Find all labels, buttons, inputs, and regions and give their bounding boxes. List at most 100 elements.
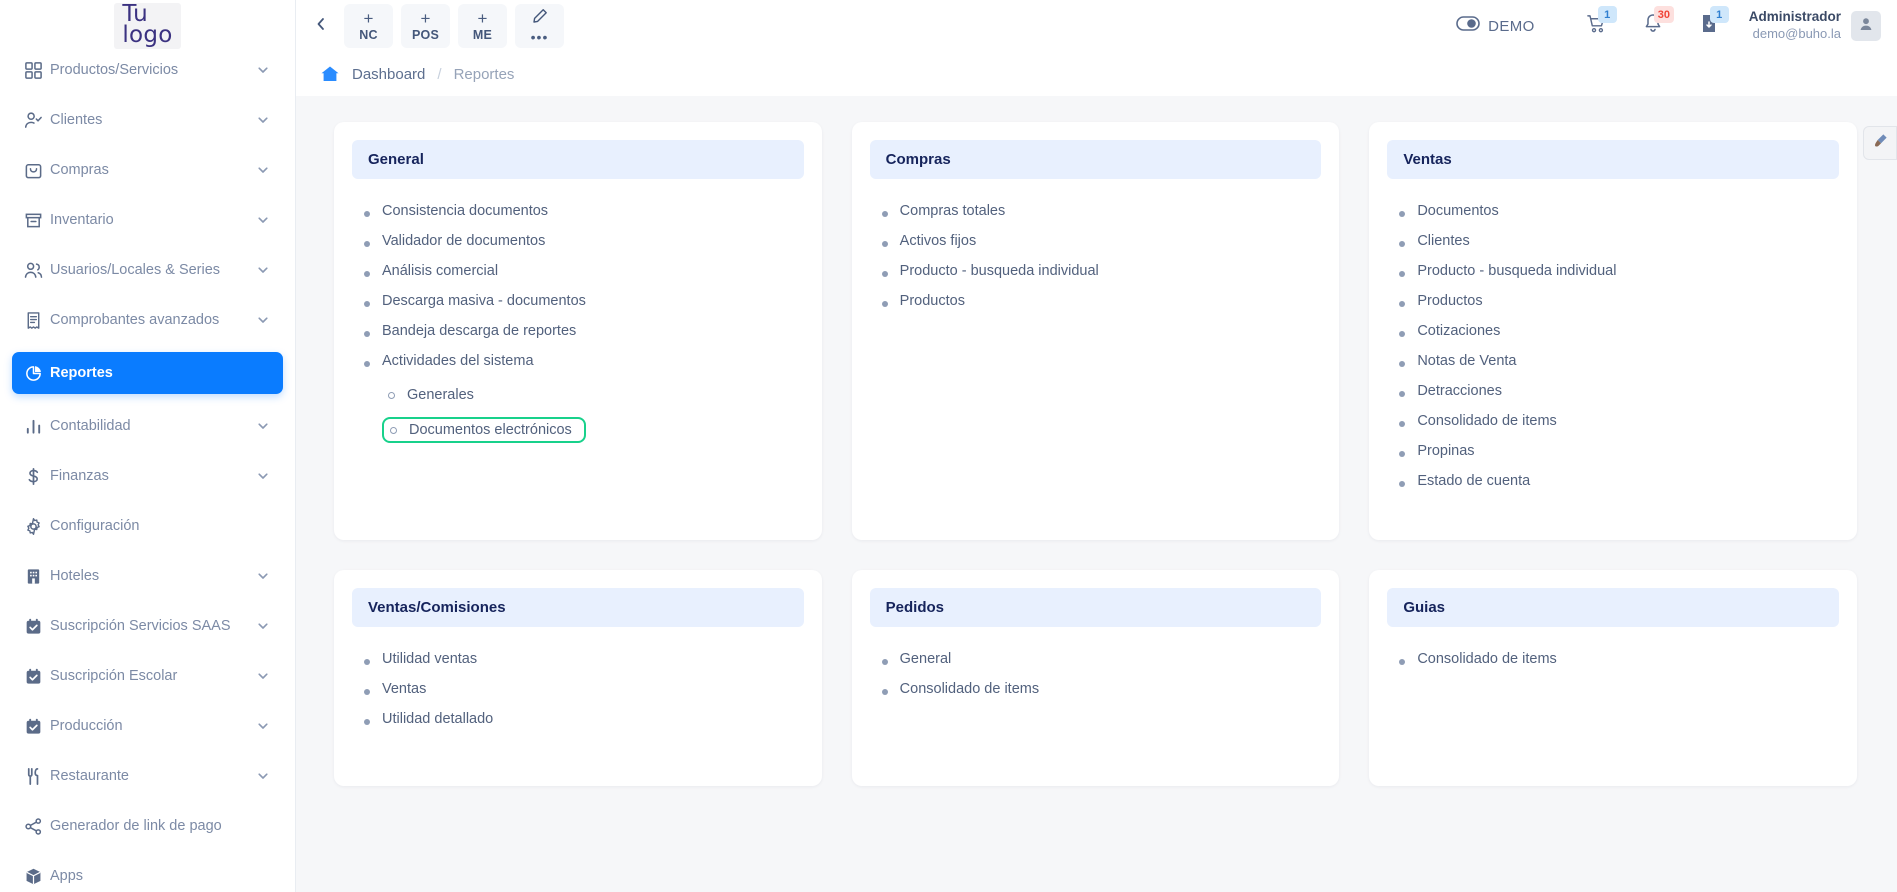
- report-link[interactable]: Consolidado de items: [878, 681, 1322, 697]
- report-link[interactable]: Análisis comercial: [360, 263, 804, 279]
- report-link[interactable]: Descarga masiva - documentos: [360, 293, 804, 309]
- sidebar-item-productos-servicios[interactable]: Productos/Servicios: [12, 52, 283, 88]
- report-link[interactable]: Producto - busqueda individual: [878, 263, 1322, 279]
- topbar-right: DEMO 1: [1456, 4, 1885, 48]
- report-link[interactable]: Consolidado de items: [1395, 413, 1839, 429]
- report-sublink[interactable]: Documentos electrónicos: [382, 417, 586, 443]
- sidebar-item-label: Reportes: [50, 365, 257, 381]
- sidebar-item-configuraci-n[interactable]: Configuración: [12, 508, 283, 544]
- report-link[interactable]: Utilidad ventas: [360, 651, 804, 667]
- report-sublist: Generales Documentos electrónicos: [360, 383, 804, 443]
- report-link[interactable]: Ventas: [360, 681, 804, 697]
- sidebar-item-suscripci-n-servicios-saas[interactable]: Suscripción Servicios SAAS: [12, 608, 283, 644]
- report-link-label: Utilidad ventas: [382, 651, 477, 667]
- demo-label: DEMO: [1488, 18, 1535, 35]
- bullet-icon: [1399, 211, 1405, 217]
- breadcrumb-parent[interactable]: Dashboard: [352, 66, 425, 83]
- report-link-label: Bandeja descarga de reportes: [382, 323, 576, 339]
- sidebar-item-usuarios-locales-series[interactable]: Usuarios/Locales & Series: [12, 252, 283, 288]
- report-link[interactable]: Consistencia documentos: [360, 203, 804, 219]
- bullet-icon: [882, 211, 888, 217]
- report-link[interactable]: Estado de cuenta: [1395, 473, 1839, 489]
- quick-add-nc-button[interactable]: +NC: [344, 4, 393, 48]
- calendar-check-icon: [24, 617, 50, 636]
- cart-button[interactable]: 1: [1569, 4, 1625, 48]
- card-title: Pedidos: [870, 588, 1322, 627]
- pencil-icon: [532, 8, 548, 28]
- report-link[interactable]: Notas de Venta: [1395, 353, 1839, 369]
- chevron-down-icon: [257, 570, 271, 582]
- sidebar-item-generador-de-link-de-pago[interactable]: Generador de link de pago: [12, 808, 283, 844]
- bullet-icon: [1399, 421, 1405, 427]
- report-link[interactable]: Detracciones: [1395, 383, 1839, 399]
- avatar[interactable]: [1851, 11, 1881, 41]
- plus-icon: +: [478, 10, 488, 27]
- report-link[interactable]: Propinas: [1395, 443, 1839, 459]
- pie-chart-icon: [24, 364, 50, 383]
- notifications-button[interactable]: 30: [1625, 4, 1681, 48]
- breadcrumb: Dashboard / Reportes: [296, 52, 1897, 96]
- report-sublink[interactable]: Generales: [382, 383, 484, 407]
- theme-customizer-button[interactable]: [1863, 126, 1897, 160]
- report-link[interactable]: Producto - busqueda individual: [1395, 263, 1839, 279]
- sidebar-item-compras[interactable]: Compras: [12, 152, 283, 188]
- logo[interactable]: Tu logo: [0, 0, 295, 52]
- chevron-down-icon: [257, 470, 271, 482]
- report-link-label: Producto - busqueda individual: [900, 263, 1099, 279]
- bar-chart-icon: [24, 417, 50, 436]
- quick-add-me-button[interactable]: +ME: [458, 4, 507, 48]
- chevron-down-icon: [257, 114, 271, 126]
- report-link-label: Productos: [900, 293, 965, 309]
- report-link[interactable]: General: [878, 651, 1322, 667]
- card-title: Ventas: [1387, 140, 1839, 179]
- sidebar-item-apps[interactable]: Apps: [12, 858, 283, 892]
- sidebar-item-inventario[interactable]: Inventario: [12, 202, 283, 238]
- report-link[interactable]: Documentos: [1395, 203, 1839, 219]
- building-icon: [24, 567, 50, 586]
- bullet-icon: [882, 689, 888, 695]
- notifications-badge: 30: [1654, 6, 1674, 23]
- share-icon: [24, 817, 50, 836]
- demo-toggle[interactable]: DEMO: [1456, 16, 1535, 36]
- report-link-label: Clientes: [1417, 233, 1469, 249]
- quick-action-buttons: +NC+POS+ME: [344, 4, 507, 48]
- file-download-button[interactable]: 1: [1681, 4, 1737, 48]
- user-menu[interactable]: Administrador demo@buho.la: [1749, 9, 1881, 42]
- sidebar-item-label: Producción: [50, 718, 257, 734]
- report-link[interactable]: Productos: [878, 293, 1322, 309]
- sidebar-item-comprobantes-avanzados[interactable]: Comprobantes avanzados: [12, 302, 283, 338]
- home-icon[interactable]: [320, 65, 340, 83]
- report-link[interactable]: Bandeja descarga de reportes: [360, 323, 804, 339]
- sidebar-collapse-button[interactable]: [304, 6, 338, 46]
- toggle-icon: [1456, 16, 1480, 36]
- report-link[interactable]: Cotizaciones: [1395, 323, 1839, 339]
- bullet-icon: [364, 241, 370, 247]
- sidebar-item-suscripci-n-escolar[interactable]: Suscripción Escolar: [12, 658, 283, 694]
- report-link-label: Descarga masiva - documentos: [382, 293, 586, 309]
- sidebar-item-restaurante[interactable]: Restaurante: [12, 758, 283, 794]
- sidebar-item-label: Configuración: [50, 518, 257, 534]
- sidebar-item-clientes[interactable]: Clientes: [12, 102, 283, 138]
- report-link-label: Documentos: [1417, 203, 1498, 219]
- sidebar-item-contabilidad[interactable]: Contabilidad: [12, 408, 283, 444]
- bullet-icon: [364, 331, 370, 337]
- report-link[interactable]: Consolidado de items: [1395, 651, 1839, 667]
- report-link[interactable]: Compras totales: [878, 203, 1322, 219]
- sidebar-item-hoteles[interactable]: Hoteles: [12, 558, 283, 594]
- sidebar-item-reportes[interactable]: Reportes: [12, 352, 283, 394]
- report-link[interactable]: Productos: [1395, 293, 1839, 309]
- sidebar-item-finanzas[interactable]: Finanzas: [12, 458, 283, 494]
- report-link[interactable]: Actividades del sistema: [360, 353, 804, 369]
- sidebar: Tu logo Productos/Servicios Clientes: [0, 0, 296, 892]
- report-link-label: Análisis comercial: [382, 263, 498, 279]
- report-link[interactable]: Validador de documentos: [360, 233, 804, 249]
- report-link[interactable]: Clientes: [1395, 233, 1839, 249]
- edit-more-button[interactable]: •••: [515, 4, 564, 48]
- sidebar-item-producci-n[interactable]: Producción: [12, 708, 283, 744]
- bag-icon: [24, 161, 50, 180]
- report-link[interactable]: Utilidad detallado: [360, 711, 804, 727]
- quick-add-pos-button[interactable]: +POS: [401, 4, 450, 48]
- card-item-list: Compras totales Activos fijos Producto -…: [870, 195, 1322, 309]
- sidebar-nav: Productos/Servicios Clientes Compras Inv…: [0, 52, 295, 892]
- report-link[interactable]: Activos fijos: [878, 233, 1322, 249]
